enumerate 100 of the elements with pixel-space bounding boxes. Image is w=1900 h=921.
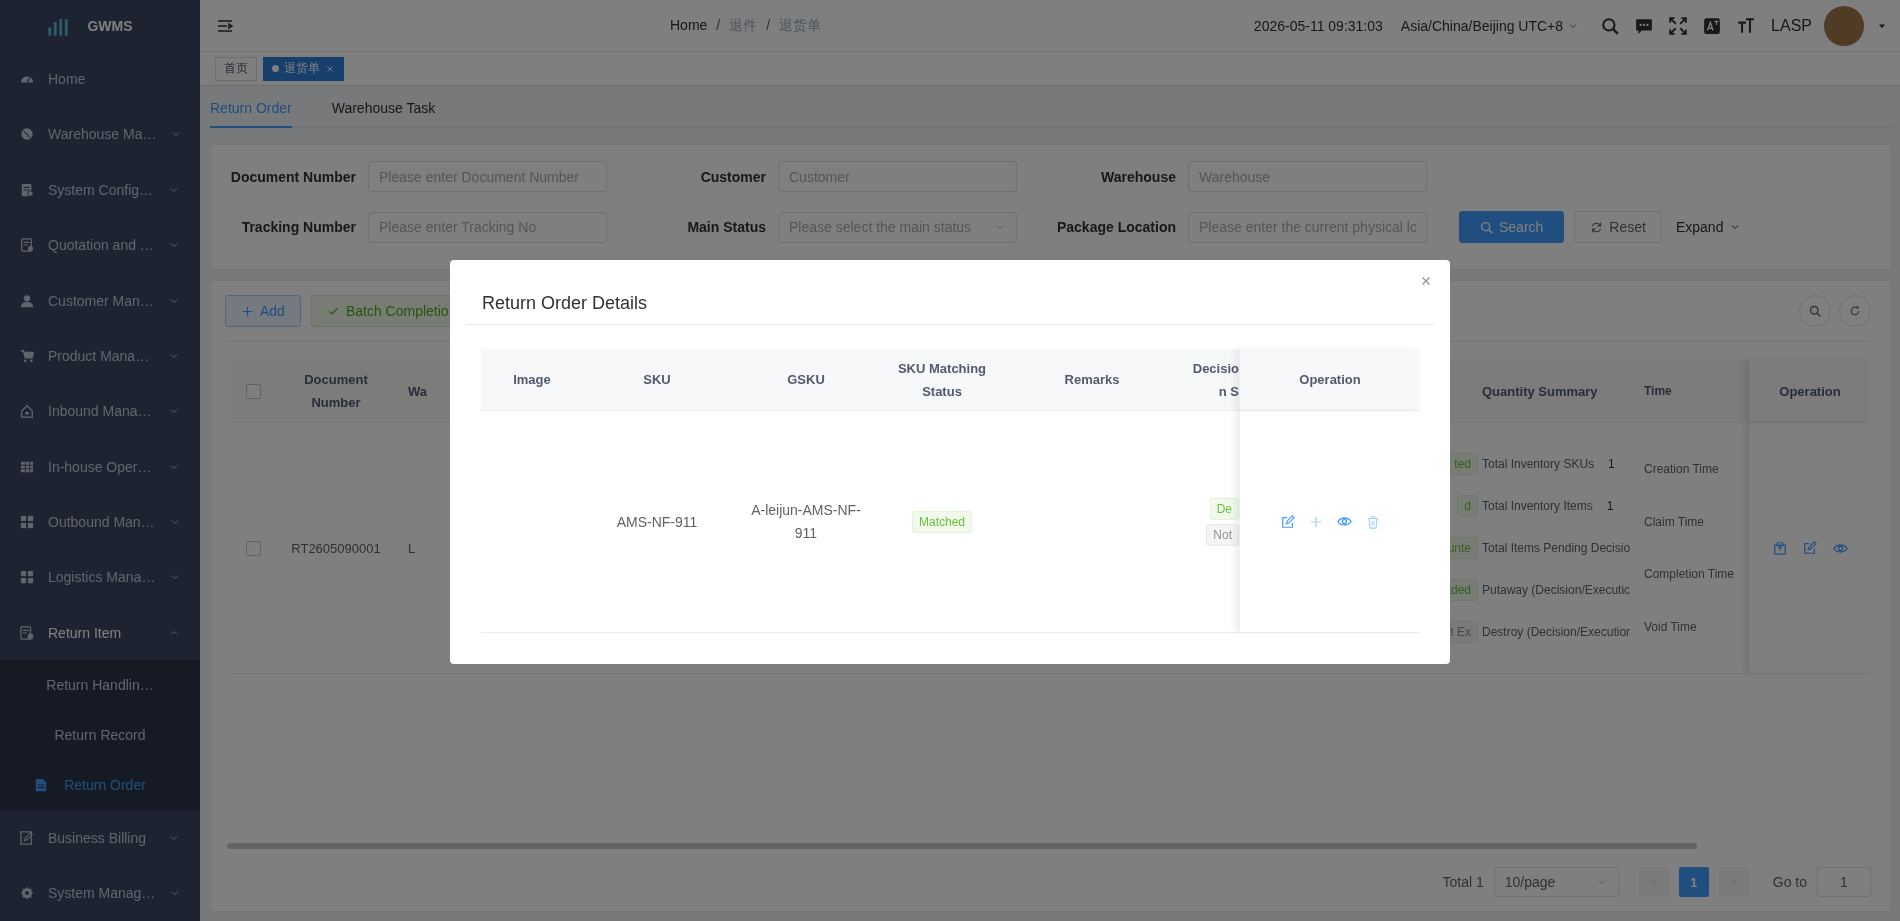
column-header: SKU Matching Status — [897, 359, 987, 401]
sidebar-item[interactable]: Return Item — [0, 605, 200, 661]
document-clock-icon — [20, 625, 34, 640]
datetime-text: 2026-05-11 09:31:03 — [1253, 17, 1383, 34]
box-icon[interactable] — [1772, 541, 1787, 555]
column-header: Time — [1644, 382, 1672, 400]
sidebar-item[interactable]: Inbound Mana… — [0, 383, 200, 439]
expand-button[interactable]: Expand — [1671, 211, 1746, 243]
summary-label: Total Inventory Items — [1482, 499, 1593, 513]
time-label: Creation Time — [1644, 462, 1719, 477]
sidebar-item[interactable]: In-house Oper… — [0, 438, 200, 495]
search-icon — [1480, 220, 1493, 234]
field-label: Package Location — [1055, 219, 1176, 235]
close-icon[interactable] — [325, 63, 335, 74]
summary-label: Total Items Pending Decisio — [1482, 541, 1631, 555]
table-cell: L — [408, 540, 416, 556]
status-tag: d — [1457, 495, 1478, 517]
summary-label: Destroy (Decision/Executior — [1482, 625, 1631, 639]
font-size-icon[interactable] — [1737, 16, 1756, 35]
summary-value: 1 — [1606, 499, 1614, 513]
chat-icon[interactable] — [1635, 16, 1654, 35]
field-label: Document Number — [229, 168, 356, 185]
person-icon — [20, 293, 34, 308]
submenu-item[interactable]: Return Record — [0, 710, 200, 761]
page-input[interactable]: 1 — [1817, 867, 1871, 897]
column-header: Operation — [1299, 371, 1361, 389]
page-size-select[interactable]: 10/page — [1493, 867, 1619, 897]
eye-icon[interactable] — [1336, 514, 1352, 529]
scrollbar[interactable] — [227, 843, 1697, 849]
timezone-select[interactable]: Asia/China/Beijing UTC+8 — [1400, 17, 1580, 34]
table-cell: AMS-NF-911 — [616, 513, 698, 530]
search-icon[interactable] — [1601, 16, 1620, 35]
summary-label: Putaway (Decision/Executic — [1482, 583, 1631, 597]
column-header: Decision S — [1191, 359, 1239, 401]
gear-icon — [20, 886, 34, 901]
document-icon — [20, 182, 34, 197]
search-button[interactable]: Search — [1459, 211, 1565, 243]
column-header: Operation — [1779, 382, 1841, 401]
sidebar-item[interactable]: System Config… — [0, 162, 200, 218]
breadcrumb-item[interactable]: Home — [670, 16, 708, 35]
breadcrumb-separator: / — [716, 16, 721, 35]
plus-icon[interactable] — [1308, 514, 1323, 529]
time-label: Void Time — [1644, 619, 1697, 634]
document-icon — [34, 778, 49, 793]
sidebar-item[interactable]: Outbound Man… — [0, 494, 200, 550]
breadcrumb-separator: / — [766, 16, 771, 35]
logo-text: GWMS — [87, 17, 133, 34]
sidebar-item[interactable]: System Manag… — [0, 865, 200, 921]
avatar[interactable] — [1824, 5, 1864, 46]
column-header: Wa — [408, 382, 428, 401]
status-dot — [272, 65, 279, 72]
page-button[interactable]: 1 — [1678, 867, 1709, 897]
column-header: Quantity Summary — [1482, 382, 1598, 401]
column-header: Document Number — [303, 371, 369, 412]
trash-icon[interactable] — [1365, 514, 1380, 529]
sidebar-item[interactable]: Quotation and … — [0, 217, 200, 273]
sidebar-item[interactable]: Customer Man… — [0, 272, 200, 329]
refresh-icon — [1849, 305, 1861, 317]
four-squares-icon — [20, 514, 34, 529]
summary-label: Total Inventory SKUs — [1482, 457, 1595, 471]
checkbox[interactable] — [246, 540, 261, 556]
tab[interactable]: Warehouse Task — [331, 100, 456, 126]
globe-icon — [20, 127, 34, 142]
column-header: Remarks — [1064, 371, 1120, 389]
menu-icon[interactable] — [217, 17, 233, 34]
edit-icon[interactable] — [1802, 541, 1817, 555]
plus-icon — [241, 304, 254, 318]
fullscreen-icon[interactable] — [1669, 16, 1688, 35]
translate-icon[interactable] — [1703, 16, 1722, 35]
search-button[interactable] — [1799, 295, 1831, 327]
goto-label: Go to — [1772, 874, 1807, 890]
field-label: Tracking Number — [240, 219, 356, 235]
house-icon — [20, 404, 34, 419]
checkbox[interactable] — [246, 383, 261, 399]
sidebar-item[interactable]: Business Billing — [0, 810, 200, 866]
column-header: Image — [513, 371, 551, 389]
status-tag: Matched — [912, 510, 972, 533]
table-cell: RT2605090001 — [291, 540, 381, 556]
page-tab[interactable]: 首页 — [215, 56, 257, 81]
four-squares-icon — [20, 570, 34, 585]
refresh-icon — [1590, 220, 1604, 234]
submenu-item[interactable]: Return Handlin… — [0, 660, 200, 711]
user-name[interactable]: LASP — [1771, 16, 1812, 35]
sidebar-item[interactable]: Warehouse Ma… — [0, 106, 200, 163]
add-button[interactable]: Add — [225, 295, 301, 327]
sidebar-item[interactable]: Product Mana… — [0, 328, 200, 384]
edit-icon[interactable] — [1280, 514, 1295, 529]
document-icon — [20, 238, 34, 253]
tab[interactable]: Return Order — [210, 100, 292, 128]
page-tab[interactable]: 退货单 — [263, 56, 344, 81]
time-label: Completion Time — [1644, 567, 1735, 582]
summary-value: 1 — [1608, 457, 1615, 471]
sidebar-item[interactable]: Home — [0, 51, 200, 107]
status-tag: Not — [1206, 523, 1239, 546]
reset-button[interactable]: Reset — [1574, 211, 1662, 243]
table-cell-text: A-leijun-AMS-NF-911 — [750, 500, 862, 543]
submenu-item[interactable]: Return Order — [0, 760, 200, 811]
refresh-button[interactable] — [1839, 295, 1871, 327]
sidebar-item[interactable]: Logistics Mana… — [0, 549, 200, 605]
field-label: Customer — [699, 168, 766, 185]
